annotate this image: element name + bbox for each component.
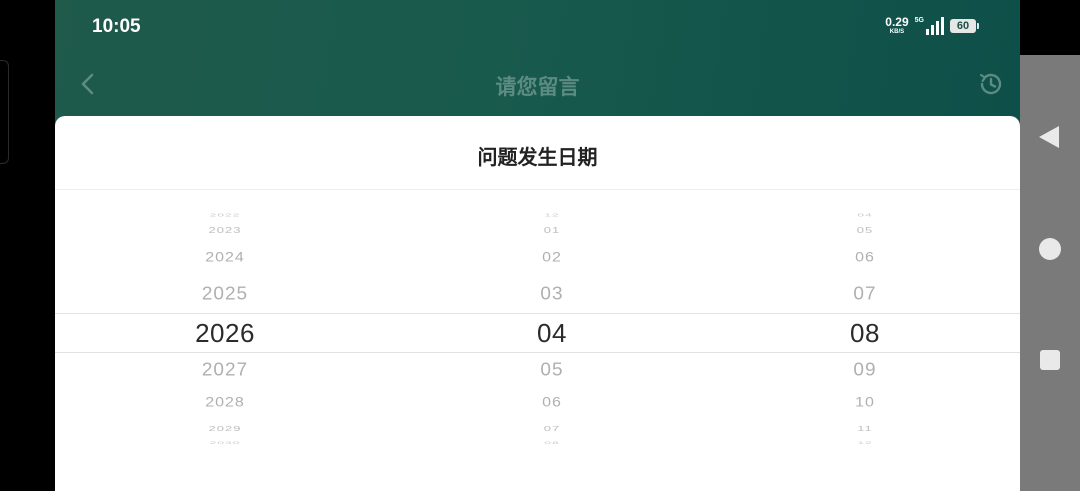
system-nav-bar <box>1020 55 1080 491</box>
day-option[interactable]: 10 <box>765 395 965 410</box>
year-option[interactable]: 2025 <box>125 285 325 306</box>
date-picker: 2022 2023 2024 2025 2026 2027 2028 2029 … <box>55 190 1020 460</box>
square-recents-icon[interactable] <box>1040 350 1060 370</box>
month-option[interactable]: 12 <box>452 213 652 218</box>
day-option[interactable]: 11 <box>765 424 965 432</box>
status-bar: 10:05 0.29 KB/S 5G 60 <box>55 0 1020 54</box>
bezel-mark <box>0 60 9 164</box>
year-option[interactable]: 2029 <box>125 424 325 432</box>
date-picker-sheet: 问题发生日期 2022 2023 2024 2025 2026 2027 202… <box>55 116 1020 491</box>
page-title: 请您留言 <box>495 76 580 99</box>
day-option[interactable]: 05 <box>765 226 965 235</box>
month-selected[interactable]: 04 <box>452 318 652 349</box>
status-indicators: 0.29 KB/S 5G 60 <box>885 16 979 35</box>
day-option[interactable]: 12 <box>765 441 965 445</box>
network-speed-unit: KB/S <box>889 29 905 35</box>
signal-bars-icon: 5G <box>914 16 944 35</box>
left-bezel <box>0 0 55 491</box>
month-option[interactable]: 06 <box>452 395 652 410</box>
month-wheel[interactable]: 12 01 02 03 04 05 06 07 08 <box>452 190 652 460</box>
battery-icon: 60 <box>950 18 979 33</box>
network-speed-value: 0.29 <box>885 15 909 29</box>
year-wheel[interactable]: 2022 2023 2024 2025 2026 2027 2028 2029 … <box>125 190 325 460</box>
battery-level: 60 <box>956 19 970 32</box>
year-selected[interactable]: 2026 <box>125 318 325 349</box>
title-bar: 请您留言 <box>55 54 1020 114</box>
network-type: 5G <box>914 16 924 24</box>
network-speed: 0.29 KB/S <box>885 16 908 35</box>
year-option[interactable]: 2028 <box>125 395 325 410</box>
year-option[interactable]: 2022 <box>125 213 325 218</box>
clock-history-icon[interactable] <box>977 70 1005 98</box>
month-option[interactable]: 05 <box>452 361 652 382</box>
sheet-title: 问题发生日期 <box>477 147 598 169</box>
month-option[interactable]: 02 <box>452 250 652 265</box>
circle-home-icon[interactable] <box>1039 238 1061 260</box>
day-option[interactable]: 09 <box>765 361 965 382</box>
year-option[interactable]: 2024 <box>125 250 325 265</box>
month-option[interactable]: 03 <box>452 285 652 306</box>
year-option[interactable]: 2030 <box>125 441 325 445</box>
app-screen: 10:05 0.29 KB/S 5G 60 请您留言 问题发生日期 2022 2… <box>55 0 1020 491</box>
day-wheel[interactable]: 04 05 06 07 08 09 10 11 12 <box>765 190 965 460</box>
status-time: 10:05 <box>92 16 141 37</box>
month-option[interactable]: 01 <box>452 226 652 235</box>
day-option[interactable]: 07 <box>765 285 965 306</box>
day-option[interactable]: 04 <box>765 213 965 218</box>
day-selected[interactable]: 08 <box>765 318 965 349</box>
year-option[interactable]: 2023 <box>125 226 325 235</box>
month-option[interactable]: 08 <box>452 441 652 445</box>
day-option[interactable]: 06 <box>765 250 965 265</box>
year-option[interactable]: 2027 <box>125 361 325 382</box>
triangle-back-icon[interactable] <box>1039 126 1059 148</box>
month-option[interactable]: 07 <box>452 424 652 432</box>
